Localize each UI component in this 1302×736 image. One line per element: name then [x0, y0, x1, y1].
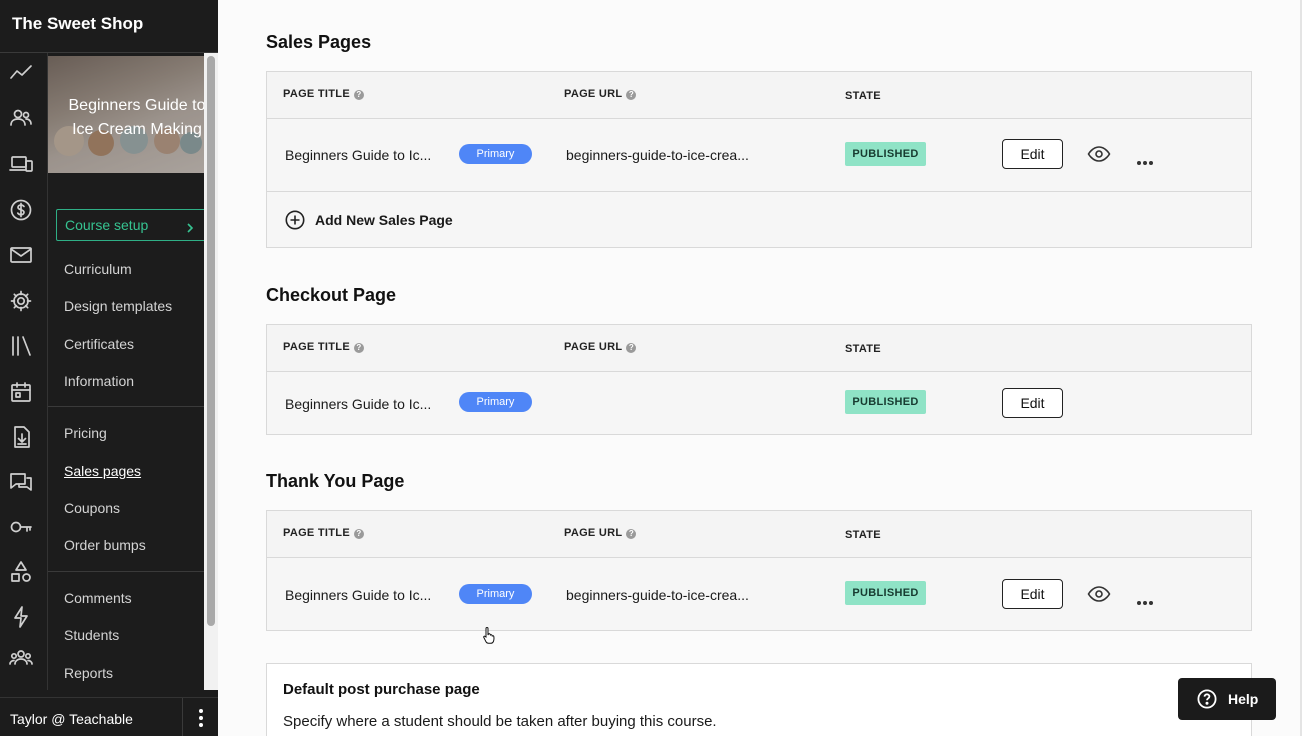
course-panel: Beginners Guide to Ice Cream Making Cour…	[48, 53, 204, 690]
mail-icon[interactable]	[9, 243, 33, 267]
help-icon[interactable]: ?	[626, 90, 637, 100]
hand-cursor-icon	[482, 626, 496, 644]
status-badge: PUBLISHED	[845, 581, 926, 605]
help-label: Help	[1228, 691, 1259, 707]
help-icon[interactable]: ?	[626, 343, 637, 353]
nav-item-order-bumps[interactable]: Order bumps	[64, 537, 146, 553]
post-purchase-title: Default post purchase page	[283, 681, 480, 698]
page-title-cell: Beginners Guide to Ic...	[285, 587, 432, 603]
analytics-icon[interactable]	[9, 61, 33, 85]
icon-rail	[0, 53, 48, 690]
download-icon[interactable]	[9, 425, 33, 449]
thank-you-page-table: PAGE TITLE? PAGE URL? STATE Beginners Gu…	[266, 510, 1252, 631]
status-badge: PUBLISHED	[845, 390, 926, 414]
devices-icon[interactable]	[9, 152, 33, 176]
gear-icon[interactable]	[9, 289, 33, 313]
course-setup-button[interactable]: Course setup	[56, 209, 204, 241]
help-icon[interactable]: ?	[353, 529, 364, 539]
user-name[interactable]: Taylor @ Teachable	[10, 711, 133, 727]
shapes-icon[interactable]	[9, 560, 33, 584]
nav-item-coupons[interactable]: Coupons	[64, 500, 120, 516]
users-icon[interactable]	[9, 106, 33, 130]
help-icon[interactable]: ?	[626, 529, 637, 539]
checkout-page-table: PAGE TITLE? PAGE URL? STATE Beginners Gu…	[266, 324, 1252, 435]
checkout-page-heading: Checkout Page	[266, 285, 397, 305]
column-header-page-url: PAGE URL?	[564, 88, 637, 100]
key-icon[interactable]	[9, 515, 33, 539]
nav-item-pricing[interactable]: Pricing	[64, 425, 107, 441]
calendar-icon[interactable]	[9, 380, 33, 404]
sales-pages-heading: Sales Pages	[266, 32, 372, 52]
plus-circle-icon	[285, 210, 305, 230]
divider	[182, 698, 183, 736]
help-icon[interactable]: ?	[353, 343, 364, 353]
comments-icon[interactable]	[9, 470, 33, 494]
chevron-right-icon	[185, 220, 195, 233]
nav-divider	[48, 571, 204, 572]
school-name[interactable]: The Sweet Shop	[12, 14, 143, 34]
question-circle-icon	[1197, 689, 1217, 709]
table-header: PAGE TITLE? PAGE URL? STATE	[267, 325, 1251, 372]
add-sales-page-row[interactable]: Add New Sales Page	[267, 191, 1251, 247]
nav-item-sales-pages[interactable]: Sales pages	[64, 463, 141, 479]
nav-item-certificates[interactable]: Certificates	[64, 336, 134, 352]
eye-icon[interactable]	[1087, 142, 1111, 166]
bolt-icon[interactable]	[9, 605, 33, 629]
column-header-page-title: PAGE TITLE?	[283, 527, 364, 539]
course-setup-label: Course setup	[65, 217, 149, 233]
user-bar: Taylor @ Teachable	[0, 697, 218, 736]
column-header-page-title: PAGE TITLE?	[283, 341, 364, 353]
add-sales-page-label: Add New Sales Page	[315, 212, 453, 228]
thank-you-page-heading: Thank You Page	[266, 471, 405, 491]
post-purchase-card: Default post purchase page Specify where…	[266, 663, 1252, 736]
column-header-state: STATE	[845, 90, 881, 102]
nav-item-information[interactable]: Information	[64, 373, 134, 389]
edit-button[interactable]: Edit	[1002, 139, 1063, 169]
table-row: Beginners Guide to Ic... Primary beginne…	[267, 119, 1251, 191]
edit-button[interactable]: Edit	[1002, 579, 1063, 609]
primary-tag: Primary	[459, 584, 532, 604]
sales-pages-table: PAGE TITLE? PAGE URL? STATE Beginners Gu…	[266, 71, 1252, 248]
course-title: Beginners Guide to Ice Cream Making	[68, 97, 205, 138]
more-horizontal-icon[interactable]	[1137, 592, 1157, 605]
status-badge: PUBLISHED	[845, 142, 926, 166]
page-title-cell: Beginners Guide to Ic...	[285, 147, 432, 163]
column-header-state: STATE	[845, 343, 881, 355]
table-header: PAGE TITLE? PAGE URL? STATE	[267, 72, 1251, 119]
page-url-cell[interactable]: beginners-guide-to-ice-crea...	[566, 587, 749, 603]
nav-item-curriculum[interactable]: Curriculum	[64, 261, 132, 277]
dollar-icon[interactable]	[9, 198, 33, 222]
column-header-page-title: PAGE TITLE?	[283, 88, 364, 100]
table-row: Beginners Guide to Ic... Primary PUBLISH…	[267, 372, 1251, 434]
group-icon[interactable]	[9, 646, 33, 670]
help-icon[interactable]: ?	[353, 90, 364, 100]
column-header-page-url: PAGE URL?	[564, 527, 637, 539]
more-vertical-icon[interactable]	[194, 707, 208, 729]
more-horizontal-icon[interactable]	[1137, 152, 1157, 165]
post-purchase-description: Specify where a student should be taken …	[283, 713, 717, 730]
primary-tag: Primary	[459, 392, 532, 412]
column-header-state: STATE	[845, 529, 881, 541]
nav-item-comments[interactable]: Comments	[64, 590, 132, 606]
nav-item-reports[interactable]: Reports	[64, 665, 113, 681]
help-button[interactable]: Help	[1178, 678, 1276, 720]
table-header: PAGE TITLE? PAGE URL? STATE	[267, 511, 1251, 558]
sidebar: The Sweet Shop Beginners Guide to Ice Cr…	[0, 0, 218, 736]
page-title-cell: Beginners Guide to Ic...	[285, 396, 432, 412]
edit-button[interactable]: Edit	[1002, 388, 1063, 418]
column-header-page-url: PAGE URL?	[564, 341, 637, 353]
main-content: Sales Pages PAGE TITLE? PAGE URL? STATE …	[218, 0, 1302, 736]
library-icon[interactable]	[9, 334, 33, 358]
page-url-cell[interactable]: beginners-guide-to-ice-crea...	[566, 147, 749, 163]
course-thumbnail[interactable]: Beginners Guide to Ice Cream Making	[48, 56, 204, 173]
table-row: Beginners Guide to Ic... Primary beginne…	[267, 558, 1251, 630]
nav-item-students[interactable]: Students	[64, 627, 119, 643]
eye-icon[interactable]	[1087, 582, 1111, 606]
nav-divider	[48, 406, 204, 407]
nav-item-design-templates[interactable]: Design templates	[64, 298, 172, 314]
sidebar-scrollbar-thumb[interactable]	[207, 56, 215, 626]
primary-tag: Primary	[459, 144, 532, 164]
